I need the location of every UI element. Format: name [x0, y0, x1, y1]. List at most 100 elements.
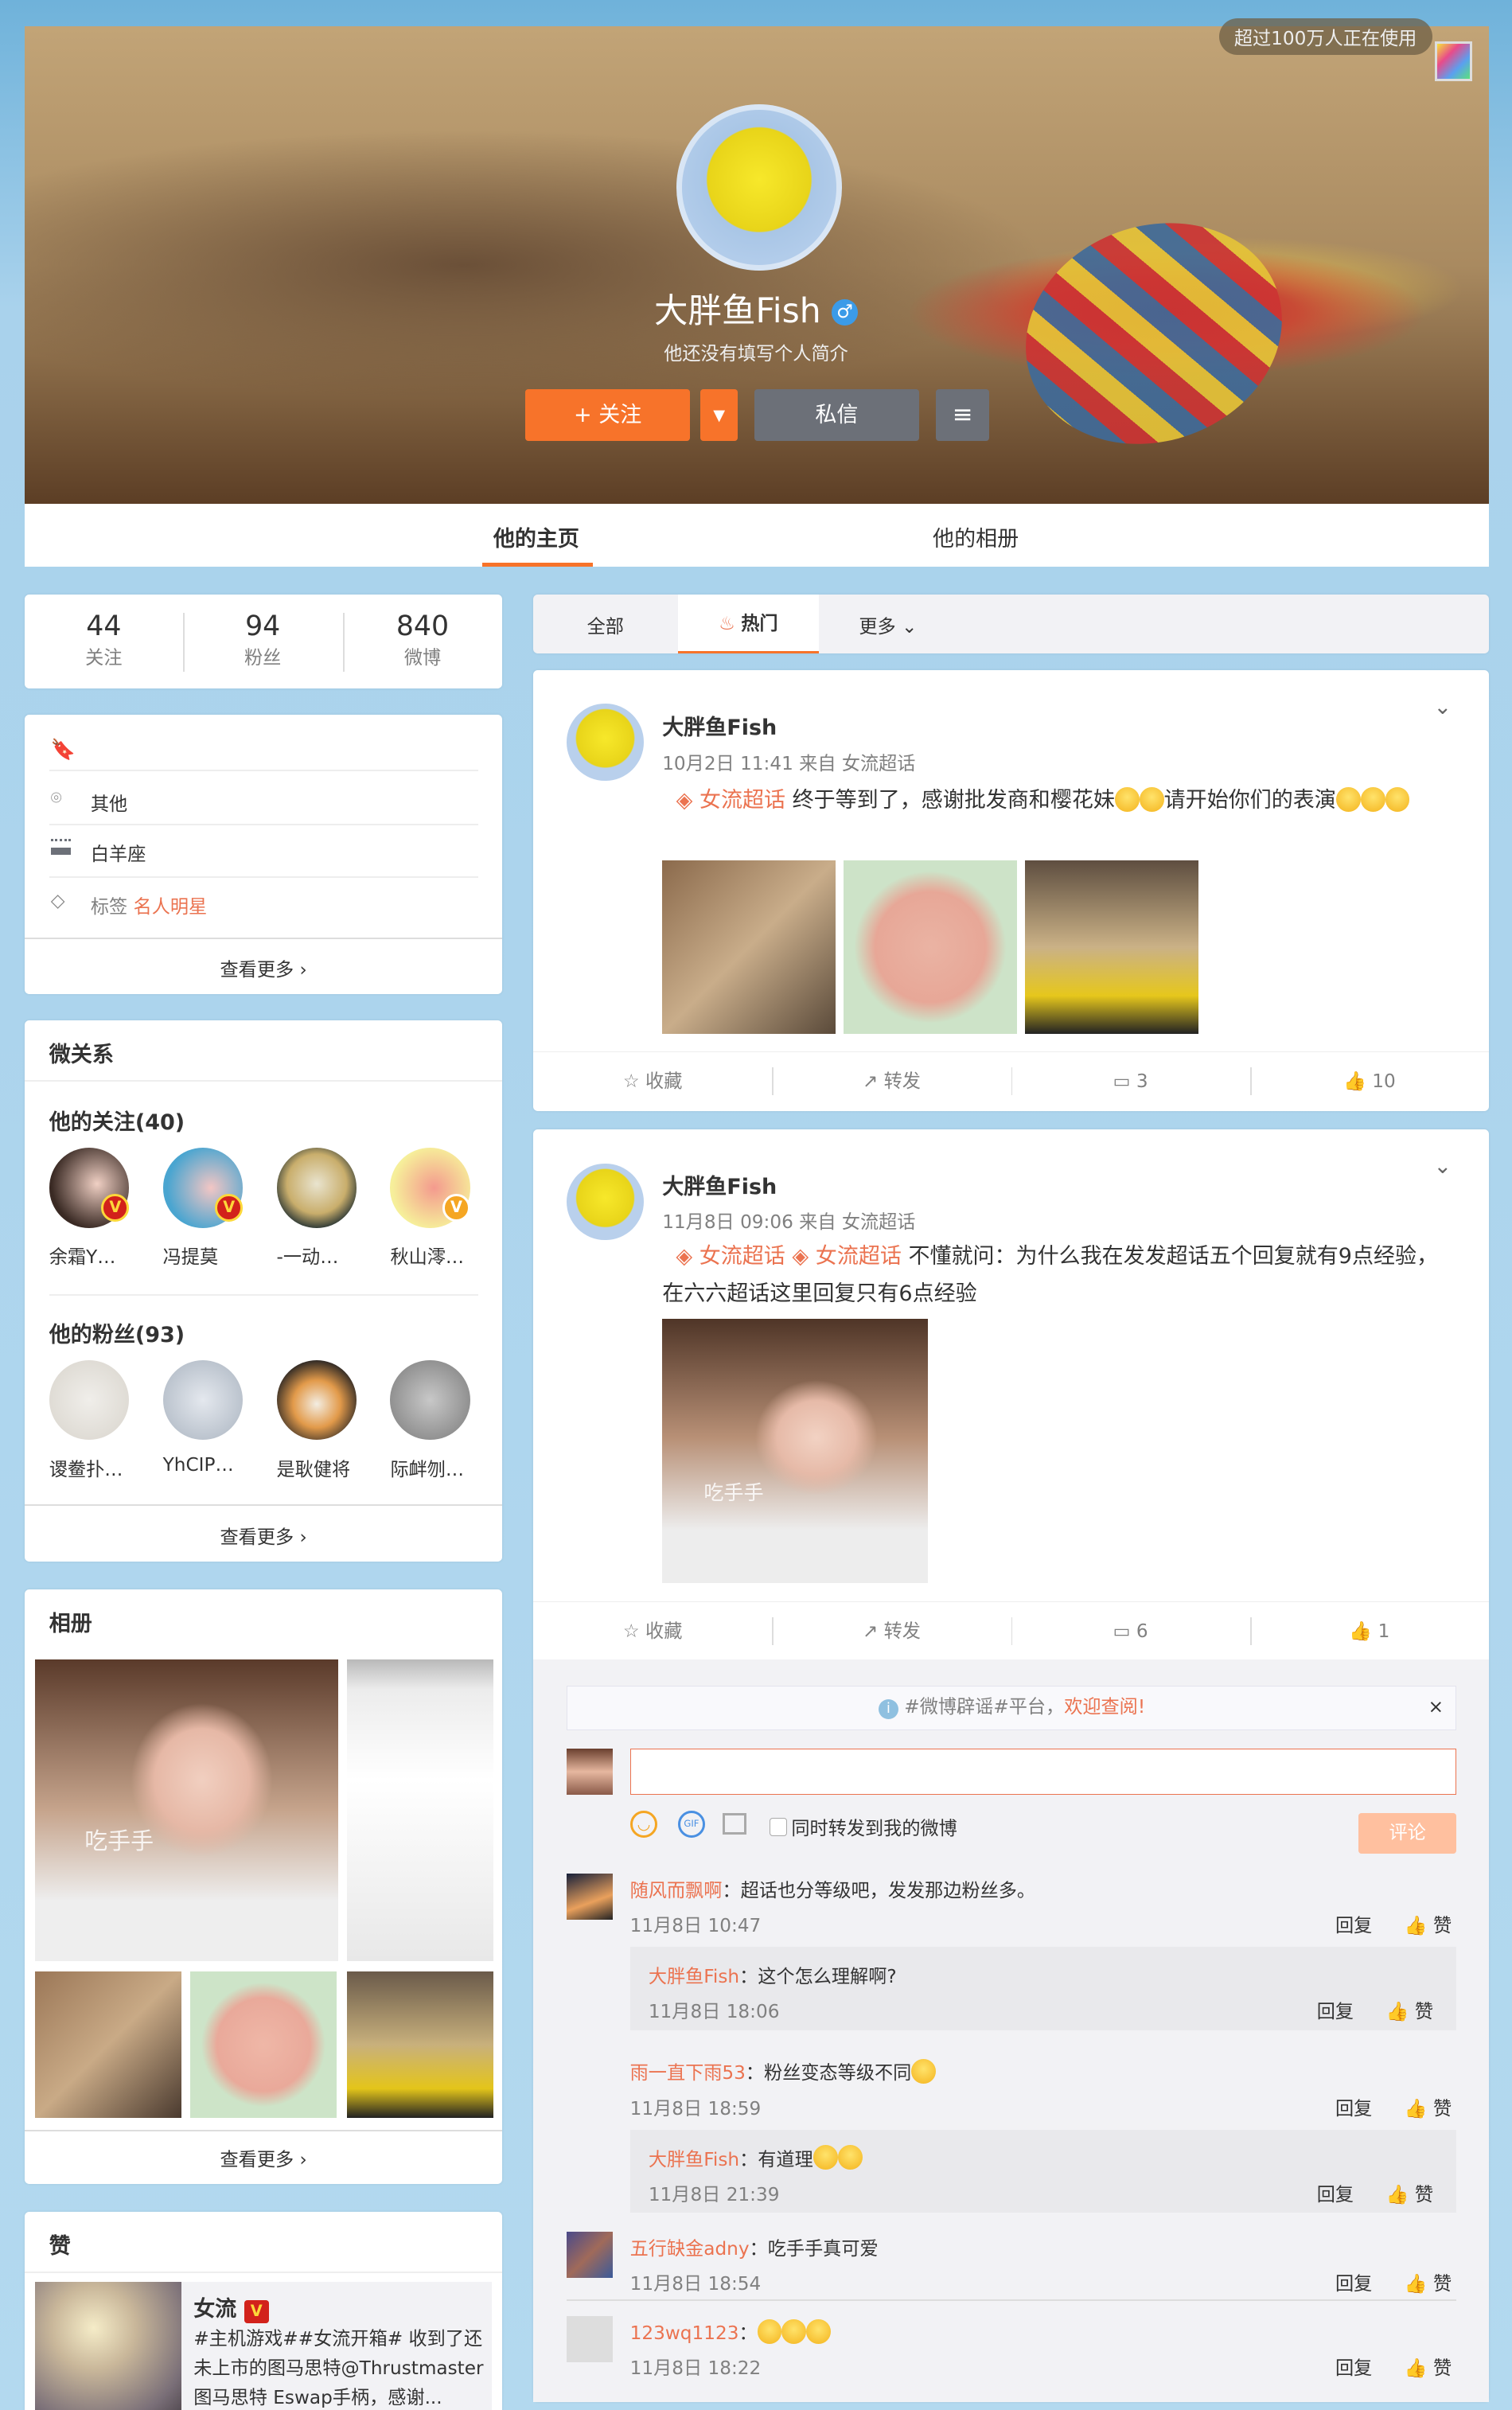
album-photo-2[interactable]: [347, 1659, 493, 1961]
post-image-1[interactable]: [662, 860, 836, 1035]
like-comment-button[interactable]: 👍 赞: [1405, 2093, 1452, 2120]
album-photo-1[interactable]: 吃手手: [35, 1659, 338, 1961]
liked-post-user-name[interactable]: 女流: [193, 2297, 236, 2322]
tab-home[interactable]: 他的主页: [493, 521, 579, 552]
stat-posts[interactable]: 840 微博: [343, 610, 503, 669]
tab-album[interactable]: 他的相册: [933, 521, 1019, 552]
commenter-avatar[interactable]: [567, 2057, 613, 2103]
forward-button[interactable]: ↗ 转发: [772, 1602, 1011, 1660]
my-avatar[interactable]: [567, 1749, 614, 1796]
notice-link[interactable]: 欢迎查阅!: [1064, 1696, 1145, 1718]
user-name[interactable]: 谡鲞扑…: [49, 1454, 150, 1481]
stat-fans[interactable]: 94 粉丝: [183, 610, 343, 669]
like-comment-button[interactable]: 👍 赞: [1405, 1910, 1452, 1937]
commenter-avatar[interactable]: [567, 2231, 614, 2278]
following-title[interactable]: 他的关注(40): [49, 1105, 185, 1136]
user-name[interactable]: 秋山澪…: [390, 1242, 491, 1269]
topic-link[interactable]: ◈ 女流超话: [662, 1244, 785, 1269]
verified-icon: V: [442, 1194, 470, 1223]
commenter-avatar[interactable]: [567, 2315, 614, 2362]
liked-post[interactable]: 女流 V #主机游戏##女流开箱# 收到了还未上市的图马思特@Thrustmas…: [35, 2282, 492, 2410]
topic-link[interactable]: ◈ 女流超话: [676, 788, 785, 813]
commenter-name[interactable]: 大胖鱼Fish: [649, 2149, 739, 2170]
submit-comment-button[interactable]: 评论: [1358, 1813, 1457, 1854]
reply-button[interactable]: 回复: [1317, 1996, 1354, 2023]
user-avatar[interactable]: [162, 1359, 244, 1441]
image-icon[interactable]: [722, 1813, 747, 1835]
post-card: 大胖鱼Fish 10月2日 11:41 来自 女流超话 ⌄ ◈ 女流超话 终于等…: [533, 669, 1490, 1112]
comment-input[interactable]: [629, 1749, 1457, 1796]
post-image-3[interactable]: [1024, 860, 1199, 1035]
commenter-name[interactable]: 雨一直下雨53: [630, 2062, 746, 2084]
post-image[interactable]: 吃手手: [662, 1318, 929, 1583]
like-comment-button[interactable]: 👍 赞: [1405, 2353, 1452, 2380]
post-options-icon[interactable]: ⌄: [1434, 1154, 1452, 1179]
user-avatar[interactable]: [49, 1359, 130, 1441]
user-name[interactable]: -一动…: [277, 1242, 378, 1269]
commenter-name[interactable]: 随风而飘啊: [630, 1880, 723, 1901]
user-avatar[interactable]: [276, 1148, 357, 1228]
user-name[interactable]: 是耿健将: [277, 1454, 378, 1481]
user-name[interactable]: 际衅刎…: [390, 1454, 491, 1481]
emoji-icon[interactable]: ◡: [629, 1810, 658, 1839]
commenter-avatar[interactable]: [567, 1873, 614, 1920]
info-more-link[interactable]: 查看更多 ›: [25, 954, 503, 981]
album-photo-5[interactable]: [347, 1971, 493, 2118]
commenter-name[interactable]: 大胖鱼Fish: [649, 1966, 739, 1987]
commenter-name[interactable]: 五行缺金adny: [630, 2238, 750, 2260]
post-avatar[interactable]: [567, 704, 645, 781]
post-author[interactable]: 大胖鱼Fish: [662, 1169, 777, 1200]
user-avatar[interactable]: [390, 1359, 470, 1441]
forward-checkbox[interactable]: [770, 1818, 787, 1837]
reply-button[interactable]: 回复: [1317, 2179, 1354, 2206]
promo-badge[interactable]: 超过100万人正在使用: [1218, 18, 1432, 55]
stat-following[interactable]: 44 关注: [25, 610, 183, 669]
profile-avatar[interactable]: [676, 104, 843, 271]
menu-button[interactable]: ≡: [935, 388, 990, 442]
album-photo-3[interactable]: [35, 1971, 181, 2118]
post-meta[interactable]: 10月2日 11:41 来自 女流超话: [662, 748, 915, 775]
favorite-button[interactable]: ☆ 收藏: [533, 1602, 772, 1660]
topic-link[interactable]: ◈ 女流超话: [792, 1244, 901, 1269]
post-author[interactable]: 大胖鱼Fish: [662, 710, 777, 741]
gif-icon[interactable]: GIF: [677, 1810, 706, 1839]
post-meta[interactable]: 11月8日 09:06 来自 女流超话: [662, 1207, 915, 1234]
post-text: ◈ 女流超话 ◈ 女流超话 不懂就问：为什么我在发发超话五个回复就有9点经验，在…: [662, 1238, 1446, 1312]
like-comment-button[interactable]: 👍 赞: [1386, 2179, 1433, 2206]
like-button[interactable]: 👍 10: [1250, 1052, 1489, 1110]
reply-button[interactable]: 回复: [1335, 1910, 1372, 1937]
comment-button[interactable]: ▭ 6: [1011, 1602, 1250, 1660]
user-name[interactable]: YhCIP…: [163, 1454, 264, 1476]
favorite-button[interactable]: ☆ 收藏: [533, 1052, 772, 1110]
user-avatar[interactable]: [276, 1359, 357, 1441]
like-comment-button[interactable]: 👍 赞: [1386, 1996, 1433, 2023]
user-name[interactable]: 冯提莫: [163, 1242, 264, 1269]
forward-button[interactable]: ↗ 转发: [772, 1052, 1011, 1110]
reply-button[interactable]: 回复: [1335, 2353, 1372, 2380]
commenter-name[interactable]: 123wq1123: [630, 2322, 739, 2344]
follow-button[interactable]: + 关注: [525, 388, 690, 442]
reply-button[interactable]: 回复: [1335, 2268, 1372, 2295]
feed-tab-hot[interactable]: ♨ 热门: [677, 595, 820, 653]
skin-icon[interactable]: [1435, 41, 1472, 82]
album-more-link[interactable]: 查看更多 ›: [25, 2144, 503, 2171]
reply-button[interactable]: 回复: [1335, 2093, 1372, 2120]
tag-icon: ◇: [50, 889, 65, 911]
album-photo-4[interactable]: [190, 1971, 337, 2118]
message-button[interactable]: 私信: [754, 388, 919, 442]
like-button[interactable]: 👍 1: [1250, 1602, 1489, 1660]
follow-dropdown-button[interactable]: ▼: [700, 388, 738, 442]
tag-link[interactable]: 名人明星: [134, 896, 208, 918]
comment-button[interactable]: ▭ 3: [1011, 1052, 1250, 1110]
like-comment-button[interactable]: 👍 赞: [1405, 2268, 1452, 2295]
post-avatar[interactable]: [567, 1163, 645, 1241]
user-name[interactable]: 余霜Y…: [49, 1242, 150, 1269]
post-options-icon[interactable]: ⌄: [1434, 695, 1452, 719]
relations-more-link[interactable]: 查看更多 ›: [25, 1522, 503, 1549]
stat-label: 粉丝: [244, 646, 282, 669]
feed-tab-all[interactable]: 全部: [587, 611, 624, 638]
post-image-2[interactable]: [844, 860, 1018, 1035]
fans-title[interactable]: 他的粉丝(93): [49, 1317, 185, 1348]
close-icon[interactable]: ×: [1428, 1687, 1444, 1728]
feed-tab-more[interactable]: 更多 ⌄: [859, 611, 917, 638]
